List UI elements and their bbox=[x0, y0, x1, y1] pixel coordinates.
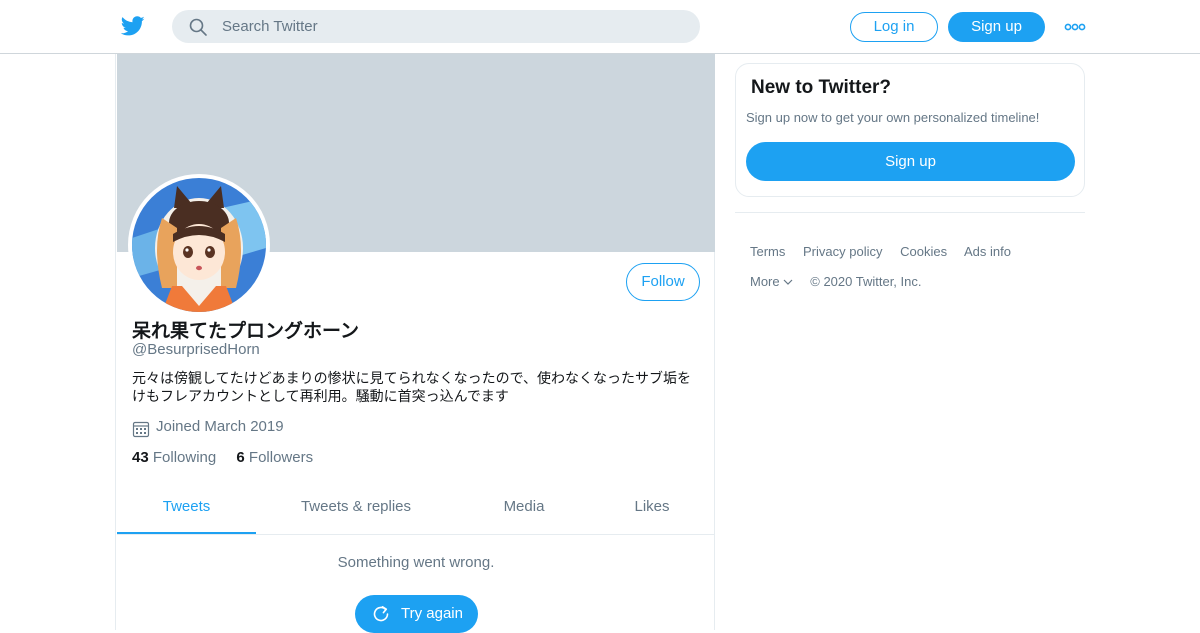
profile-bio: 元々は傍観してたけどあまりの惨状に見てられなくなったので、使わなくなったサブ垢を… bbox=[132, 371, 692, 405]
profile-handle: @BesurprisedHorn bbox=[132, 341, 260, 358]
card-subtitle: Sign up now to get your own personalized… bbox=[746, 110, 1040, 125]
sidebar-signup-button[interactable]: Sign up bbox=[746, 142, 1075, 181]
following-label: Following bbox=[152, 449, 217, 466]
footer-link-terms[interactable]: Terms bbox=[750, 244, 785, 259]
tab-tweets-replies[interactable]: Tweets & replies bbox=[256, 484, 456, 534]
login-button[interactable]: Log in bbox=[850, 12, 938, 42]
new-to-twitter-card: New to Twitter? Sign up now to get your … bbox=[735, 63, 1085, 197]
search-input[interactable] bbox=[222, 10, 682, 43]
display-name: 呆れ果てたプロングホーン bbox=[132, 320, 360, 342]
footer-link-ads-info[interactable]: Ads info bbox=[964, 244, 1011, 259]
profile-tabs: Tweets Tweets & replies Media Likes bbox=[117, 484, 715, 535]
followers-label: Followers bbox=[248, 449, 314, 466]
card-title: New to Twitter? bbox=[751, 77, 892, 98]
footer-more-menu[interactable]: More bbox=[750, 274, 793, 289]
search-icon bbox=[189, 18, 207, 36]
joined-text: Joined March 2019 bbox=[156, 418, 284, 435]
calendar-icon bbox=[132, 421, 150, 438]
try-again-button[interactable]: Try again bbox=[355, 595, 478, 633]
search-bar bbox=[172, 10, 700, 43]
signup-button[interactable]: Sign up bbox=[948, 12, 1045, 42]
more-dots-icon[interactable] bbox=[1064, 20, 1086, 34]
tab-tweets[interactable]: Tweets bbox=[117, 484, 256, 534]
try-again-label: Try again bbox=[401, 605, 463, 622]
footer-more-label: More bbox=[750, 274, 780, 289]
profile-column: Follow 呆れ果てたプロングホーン @BesurprisedHorn 元々は… bbox=[115, 54, 715, 633]
refresh-icon bbox=[373, 606, 389, 622]
followers-link[interactable]: 6 Followers bbox=[236, 449, 313, 466]
following-link[interactable]: 43 Following bbox=[132, 449, 216, 466]
timeline-error-message: Something went wrong. bbox=[337, 554, 495, 571]
footer-link-privacy[interactable]: Privacy policy bbox=[803, 244, 882, 259]
tab-media[interactable]: Media bbox=[456, 484, 592, 534]
tab-likes[interactable]: Likes bbox=[592, 484, 712, 534]
top-navigation-bar: Log in Sign up bbox=[0, 0, 1200, 54]
followers-count: 6 bbox=[236, 449, 245, 466]
sidebar-divider bbox=[735, 212, 1085, 213]
avatar[interactable] bbox=[128, 174, 270, 316]
following-count: 43 bbox=[132, 449, 149, 466]
avatar-image bbox=[132, 178, 266, 312]
footer-link-cookies[interactable]: Cookies bbox=[900, 244, 947, 259]
profile-stats: 43 Following 6 Followers bbox=[132, 449, 313, 466]
chevron-down-icon bbox=[783, 279, 793, 285]
follow-button[interactable]: Follow bbox=[626, 263, 700, 301]
twitter-bird-icon[interactable] bbox=[120, 14, 146, 38]
footer-copyright: © 2020 Twitter, Inc. bbox=[810, 274, 922, 289]
